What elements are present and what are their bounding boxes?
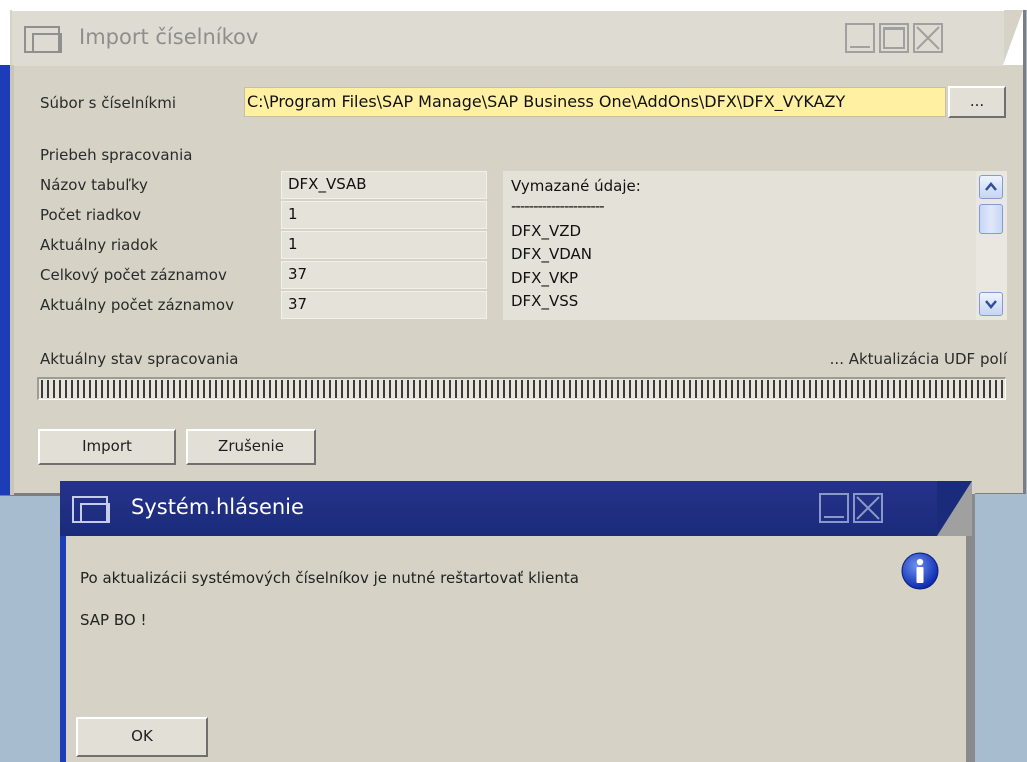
total-records-field: 37: [281, 261, 487, 289]
log-line: DFX_VZD: [511, 222, 582, 240]
progress-bar: [37, 377, 1006, 400]
current-row-field: 1: [281, 231, 487, 259]
progress-fill: [41, 380, 1003, 398]
status-value: ... Aktualizácia UDF polí: [829, 350, 1007, 368]
close-icon: [856, 496, 880, 520]
minimize-icon: [850, 46, 870, 48]
status-label: Aktuálny stav spracovania: [40, 350, 239, 368]
log-separator: ---------------------: [511, 197, 605, 215]
file-label: Súbor s číselníkmi: [40, 94, 177, 112]
dialog-close-button[interactable]: [853, 493, 883, 523]
total-records-label: Celkový počet záznamov: [40, 266, 227, 284]
desktop-background: [975, 494, 1027, 762]
minimize-button[interactable]: [845, 23, 875, 53]
window-accent-edge: [0, 65, 10, 495]
title-bar-slant: [1003, 10, 1023, 65]
title-bar-left-highlight: [0, 0, 10, 75]
current-records-label: Aktuálny počet záznamov: [40, 296, 234, 314]
window-icon: [24, 26, 62, 53]
current-records-field: 37: [281, 291, 487, 319]
title-bar-top-highlight: [0, 0, 1027, 10]
scroll-down-button[interactable]: [979, 292, 1003, 316]
dialog-message-line1: Po aktualizácii systémových číselníkov j…: [80, 569, 579, 587]
ok-button[interactable]: OK: [76, 717, 208, 757]
scroll-up-button[interactable]: [979, 175, 1003, 199]
maximize-icon: [883, 27, 905, 49]
log-line: DFX_VDAN: [511, 245, 592, 263]
scroll-thumb[interactable]: [979, 204, 1003, 234]
log-line: DFX_VKP: [511, 269, 579, 287]
log-line: DFX_VSS: [511, 292, 579, 310]
log-scrollbar[interactable]: [976, 171, 1007, 320]
dialog-title: Systém.hlásenie: [131, 495, 304, 519]
import-button[interactable]: Import: [38, 429, 176, 465]
dialog-title-slant: [937, 481, 972, 536]
cancel-button[interactable]: Zrušenie: [186, 429, 316, 465]
chevron-up-icon: [985, 182, 997, 191]
window-icon: [72, 496, 110, 523]
table-name-field: DFX_VSAB: [281, 171, 487, 199]
browse-button[interactable]: ...: [948, 86, 1006, 118]
dialog-message-line2: SAP BO !: [80, 611, 147, 629]
window-inner-edge: [10, 65, 14, 495]
window-title: Import číselníkov: [79, 25, 259, 49]
file-path-input[interactable]: C:\Program Files\SAP Manage\SAP Business…: [244, 87, 946, 117]
minimize-icon: [824, 516, 844, 518]
chevron-down-icon: [985, 300, 997, 309]
maximize-button[interactable]: [879, 23, 909, 53]
table-name-label: Názov tabuľky: [40, 176, 148, 194]
dialog-minimize-button[interactable]: [819, 493, 849, 523]
current-row-label: Aktuálny riadok: [40, 236, 158, 254]
close-icon: [916, 26, 940, 50]
dialog-title-bar[interactable]: Systém.hlásenie: [60, 481, 972, 536]
log-header: Vymazané údaje:: [511, 177, 641, 195]
section-label: Priebeh spracovania: [40, 146, 193, 164]
row-count-field: 1: [281, 201, 487, 229]
row-count-label: Počet riadkov: [40, 206, 142, 224]
deleted-data-log[interactable]: Vymazané údaje: --------------------- DF…: [503, 171, 976, 320]
info-icon: [901, 552, 939, 590]
import-window-title-bar[interactable]: Import číselníkov: [12, 10, 1004, 66]
close-button[interactable]: [913, 23, 943, 53]
